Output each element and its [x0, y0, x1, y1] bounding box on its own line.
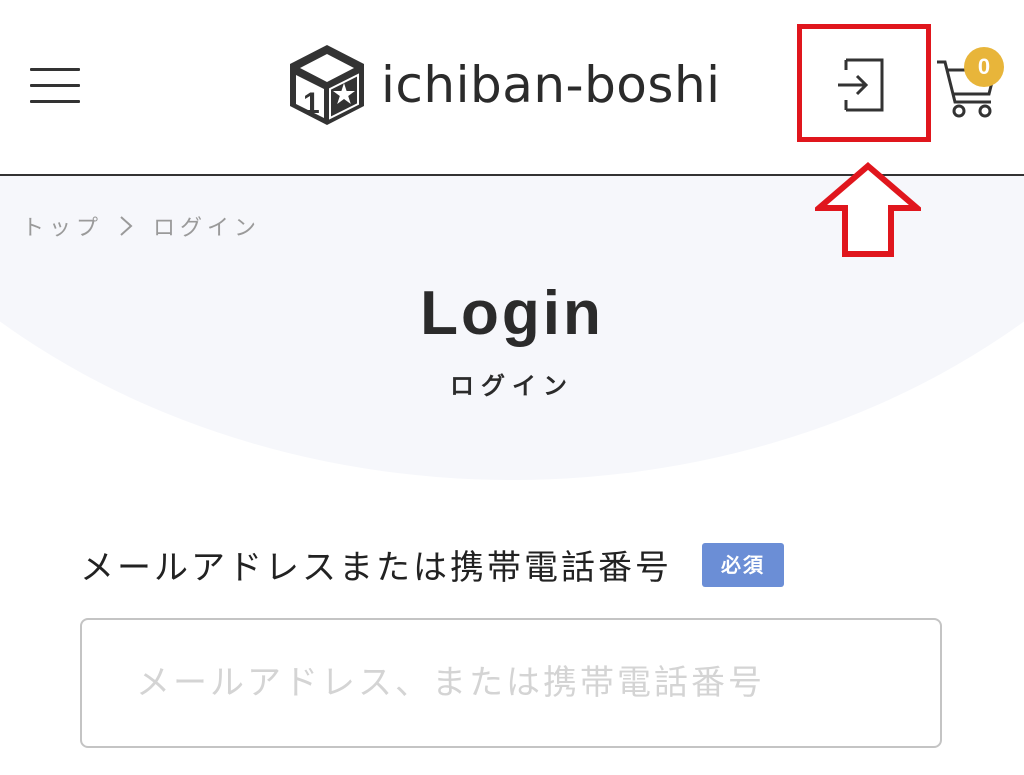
sign-in-icon[interactable] — [828, 50, 892, 120]
email-or-phone-input[interactable] — [80, 618, 942, 748]
up-arrow-outline-icon — [815, 162, 921, 257]
page-subtitle: ログイン — [450, 372, 574, 400]
site-header: 1 ichiban-boshi 0 — [0, 0, 1024, 176]
email-field-label: メールアドレスまたは携帯電話番号 必須 — [80, 540, 784, 589]
page-title: Login — [420, 279, 604, 348]
site-logo[interactable]: 1 ichiban-boshi — [287, 42, 721, 128]
logo-mark-text: 1 — [303, 87, 320, 120]
login-page: 1 ichiban-boshi 0 トップ ログイン Login ログイン メー… — [0, 0, 1024, 775]
hamburger-menu-icon[interactable] — [30, 64, 82, 108]
breadcrumb-current: ログイン — [153, 216, 262, 241]
chevron-right-icon — [120, 216, 133, 236]
breadcrumb: トップ ログイン — [22, 210, 261, 242]
cube-star-logo-icon: 1 — [290, 45, 364, 125]
email-label-text: メールアドレスまたは携帯電話番号 — [80, 548, 672, 588]
cart-count-badge: 0 — [964, 47, 1004, 87]
required-badge: 必須 — [702, 542, 784, 587]
logo-text: ichiban-boshi — [381, 56, 721, 114]
breadcrumb-top-link[interactable]: トップ — [22, 210, 103, 242]
